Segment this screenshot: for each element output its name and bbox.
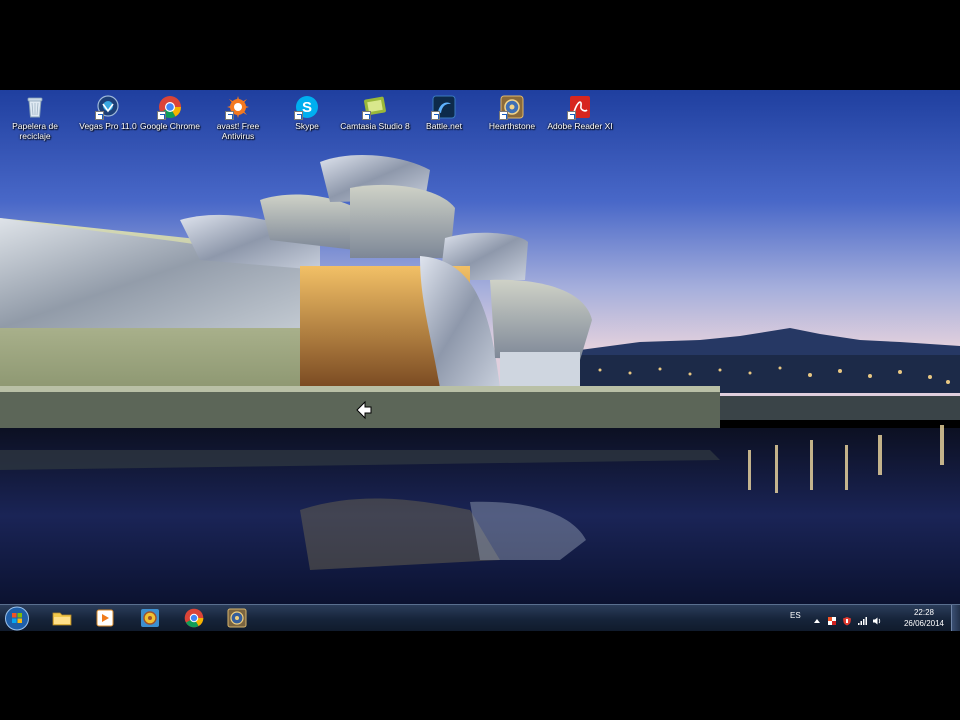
desktop-icon-label: Skype — [295, 121, 319, 131]
hearthstone-icon — [141, 609, 159, 627]
desktop-icon-camtasia[interactable]: Camtasia Studio 8 — [340, 94, 410, 131]
svg-text:S: S — [302, 99, 312, 116]
shortcut-arrow-icon — [431, 111, 440, 120]
shortcut-arrow-icon — [567, 111, 576, 120]
shortcut-arrow-icon — [294, 111, 303, 120]
desktop-screen: Papelera de reciclaje Vegas Pro 11.0 Goo… — [0, 90, 960, 631]
battlenet-icon — [431, 94, 457, 120]
desktop-icon-google-chrome[interactable]: Google Chrome — [135, 94, 205, 131]
desktop-icon-label: avast! Free Antivirus — [216, 121, 260, 141]
desktop-icon-label: Vegas Pro 11.0 — [79, 121, 137, 131]
desktop-icon-adobe-reader[interactable]: Adobe Reader XI — [545, 94, 615, 131]
shortcut-arrow-icon — [225, 111, 234, 120]
shortcut-arrow-icon — [499, 111, 508, 120]
taskbar-google-chrome[interactable] — [181, 607, 207, 629]
desktop-icon-label: Papelera de reciclaje — [12, 121, 58, 141]
start-button[interactable] — [4, 606, 30, 631]
taskbar: ES 22:28 26/06/2014 — [0, 604, 960, 631]
windows-start-icon — [5, 606, 29, 631]
mouse-cursor-icon — [356, 400, 372, 420]
network-signal-icon[interactable] — [857, 613, 867, 625]
media-player-icon — [96, 609, 114, 627]
adobe-reader-icon — [567, 94, 593, 120]
clock-date: 26/06/2014 — [903, 619, 944, 628]
desktop-icon-battlenet[interactable]: Battle.net — [409, 94, 479, 131]
desktop-icon-skype[interactable]: S Skype — [272, 94, 342, 131]
hearthstone-launcher-icon — [227, 608, 247, 628]
skype-icon: S — [294, 94, 320, 120]
chrome-icon — [184, 608, 204, 628]
language-indicator[interactable]: ES — [790, 611, 801, 620]
clock-time: 22:28 — [913, 608, 934, 617]
taskbar-hearthstone[interactable] — [137, 607, 163, 629]
volume-icon[interactable] — [872, 613, 882, 625]
show-hidden-icons-icon[interactable] — [812, 613, 822, 623]
desktop-icon-label: Adobe Reader XI — [547, 121, 613, 131]
desktop-icons-area: Papelera de reciclaje Vegas Pro 11.0 Goo… — [0, 90, 960, 150]
desktop-icon-label: Camtasia Studio 8 — [340, 121, 410, 131]
chrome-icon — [157, 94, 183, 120]
desktop-wallpaper — [0, 90, 960, 604]
desktop-icon-avast[interactable]: avast! Free Antivirus — [203, 94, 273, 141]
action-center-flag-icon[interactable] — [827, 613, 837, 625]
shortcut-arrow-icon — [157, 111, 166, 120]
hearthstone-icon — [499, 94, 525, 120]
desktop-icon-label: Hearthstone — [488, 121, 536, 131]
avast-icon — [225, 94, 251, 120]
desktop-icon-hearthstone[interactable]: Hearthstone — [477, 94, 547, 131]
desktop-icon-recycle-bin[interactable]: Papelera de reciclaje — [0, 94, 70, 141]
recycle-bin-icon — [22, 94, 48, 120]
taskbar-file-explorer[interactable] — [49, 607, 75, 629]
security-shield-icon[interactable] — [842, 613, 852, 626]
camtasia-icon — [362, 94, 388, 120]
desktop-icon-label: Google Chrome — [139, 121, 200, 131]
taskbar-hearthstone-launcher[interactable] — [224, 607, 250, 629]
system-tray: ES 22:28 26/06/2014 — [790, 605, 960, 631]
shortcut-arrow-icon — [95, 111, 104, 120]
desktop-icon-label: Battle.net — [426, 121, 462, 131]
vegas-pro-icon — [95, 94, 121, 120]
desktop-icon-vegas-pro[interactable]: Vegas Pro 11.0 — [73, 94, 143, 131]
file-explorer-icon — [52, 612, 72, 626]
taskbar-media-player[interactable] — [92, 607, 118, 629]
shortcut-arrow-icon — [362, 111, 371, 120]
show-desktop-button[interactable] — [951, 605, 960, 631]
taskbar-clock[interactable]: 22:28 26/06/2014 — [904, 607, 944, 629]
